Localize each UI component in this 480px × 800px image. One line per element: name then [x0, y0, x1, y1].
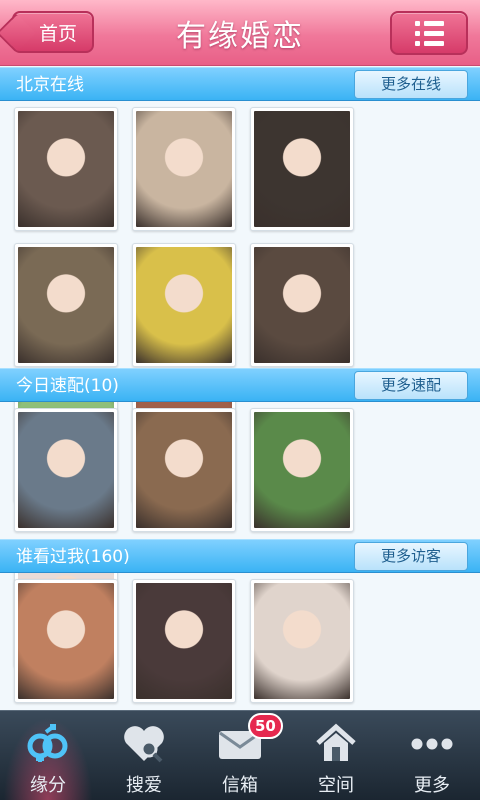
section-title: 谁看过我(160)	[16, 547, 130, 567]
profile-photo[interactable]	[250, 408, 354, 532]
nav-label: 缘分	[30, 775, 66, 796]
nav-item-search[interactable]: 搜爱	[96, 711, 192, 800]
profile-photo[interactable]	[250, 243, 354, 367]
bottom-nav: 缘分 搜爱 50 信箱 空间 更多	[0, 710, 480, 800]
nav-label: 更多	[414, 775, 450, 796]
nav-item-more[interactable]: 更多	[384, 711, 480, 800]
profile-photo-image	[136, 111, 232, 227]
profile-photo[interactable]	[132, 243, 236, 367]
unread-badge: 50	[248, 713, 283, 739]
nav-label: 信箱	[222, 775, 258, 796]
section-header-match: 今日速配(10) 更多速配	[0, 368, 480, 402]
nav-label: 空间	[318, 775, 354, 796]
nav-item-mailbox[interactable]: 50 信箱	[192, 711, 288, 800]
section-header-online: 北京在线 更多在线	[0, 67, 480, 101]
heart-search-icon	[121, 721, 167, 767]
profile-photo-image	[18, 247, 114, 363]
home-back-label: 首页	[38, 22, 77, 45]
more-visitors-button[interactable]: 更多访客	[354, 542, 468, 571]
profile-photo-image	[254, 583, 350, 699]
profile-photo[interactable]	[250, 579, 354, 703]
section-title: 今日速配(10)	[16, 376, 119, 396]
profile-photo-image	[136, 247, 232, 363]
section-title: 北京在线	[16, 75, 84, 95]
list-menu-icon	[414, 20, 444, 46]
house-icon	[314, 721, 358, 767]
nav-item-space[interactable]: 空间	[288, 711, 384, 800]
more-match-button[interactable]: 更多速配	[354, 371, 468, 400]
gender-pair-icon	[24, 721, 72, 767]
profile-photo[interactable]	[132, 408, 236, 532]
profile-photo-image	[18, 412, 114, 528]
profile-photo-image	[136, 412, 232, 528]
profile-photo[interactable]	[132, 579, 236, 703]
profile-photo-image	[136, 583, 232, 699]
more-dots-icon	[410, 721, 454, 767]
profile-photo-image	[18, 583, 114, 699]
profile-photo-image	[18, 111, 114, 227]
more-online-button[interactable]: 更多在线	[354, 70, 468, 99]
profile-photo-image	[254, 412, 350, 528]
profile-photo[interactable]	[250, 107, 354, 231]
profile-photo[interactable]	[14, 243, 118, 367]
section-header-visitors: 谁看过我(160) 更多访客	[0, 539, 480, 573]
profile-photo[interactable]	[14, 408, 118, 532]
nav-item-fate[interactable]: 缘分	[0, 711, 96, 800]
top-bar: 首页 有缘婚恋	[0, 0, 480, 66]
profile-photo-image	[254, 111, 350, 227]
profile-photo[interactable]	[132, 107, 236, 231]
menu-button[interactable]	[390, 11, 468, 55]
profile-photo[interactable]	[14, 579, 118, 703]
nav-label: 搜爱	[126, 775, 162, 796]
profile-photo-image	[254, 247, 350, 363]
profile-photo[interactable]	[14, 107, 118, 231]
